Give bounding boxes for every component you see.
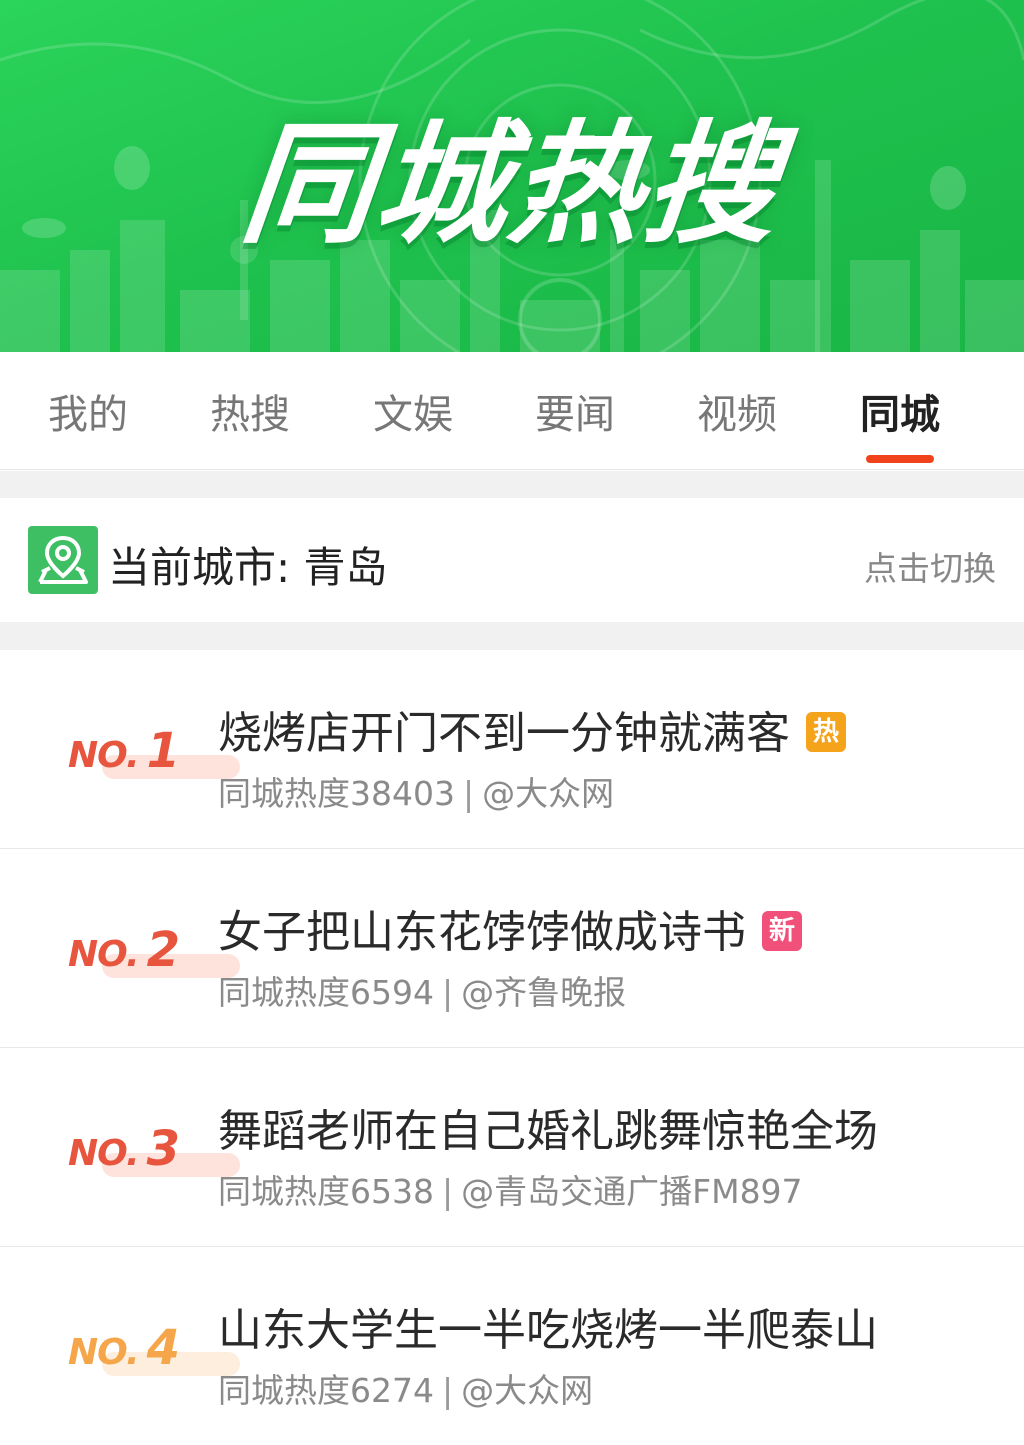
meta-separator: | (441, 1172, 454, 1211)
new-badge: 新 (762, 911, 802, 951)
list-item[interactable]: NO. 2 女子把山东花饽饽做成诗书新 同城热度6594 | @齐鲁晚报 (0, 850, 1024, 1048)
list-item[interactable]: NO. 4 山东大学生一半吃烧烤一半爬泰山 同城热度6274 | @大众网 (0, 1248, 1024, 1445)
item-title-text: 山东大学生一半吃烧烤一半爬泰山 (218, 1305, 878, 1356)
current-city-label: 当前城市: 青岛 (108, 543, 388, 592)
map-pin-icon (28, 526, 98, 594)
tab-mine[interactable]: 我的 (18, 382, 158, 440)
tab-video[interactable]: 视频 (667, 382, 807, 440)
top-banner: 同城热搜 (0, 0, 1024, 352)
divider (0, 471, 1024, 498)
rank-label: NO. 1 (68, 723, 240, 783)
rank-number: 2 (146, 922, 180, 978)
city-selector-row: 当前城市: 青岛 点击切换 (0, 498, 1024, 622)
item-title-text: 舞蹈老师在自己婚礼跳舞惊艳全场 (218, 1106, 878, 1157)
meta-separator: | (441, 1371, 454, 1410)
rank-prefix: NO. (68, 934, 140, 975)
tab-bar: 我的 热搜 文娱 要闻 视频 同城 (0, 352, 1024, 470)
heat-value: 同城热度6274 (218, 1371, 434, 1410)
item-title-text: 女子把山东花饽饽做成诗书 (218, 907, 746, 958)
switch-city-button[interactable]: 点击切换 (864, 542, 996, 590)
rank-number: 1 (146, 723, 180, 779)
divider (0, 622, 1024, 650)
rank-number: 3 (146, 1121, 180, 1177)
rank-prefix: NO. (68, 1332, 140, 1373)
list-item[interactable]: NO. 1 烧烤店开门不到一分钟就满客热 同城热度38403 | @大众网 (0, 651, 1024, 849)
tab-news[interactable]: 要闻 (505, 382, 645, 440)
rank-number: 4 (146, 1320, 180, 1376)
heat-value: 同城热度6538 (218, 1172, 434, 1211)
meta-separator: | (441, 973, 454, 1012)
rank-label: NO. 3 (68, 1121, 240, 1181)
item-title-text: 烧烤店开门不到一分钟就满客 (218, 708, 790, 759)
item-title[interactable]: 女子把山东花饽饽做成诗书新 (218, 896, 802, 960)
item-title[interactable]: 舞蹈老师在自己婚礼跳舞惊艳全场 (218, 1095, 878, 1159)
item-meta: 同城热度38403 | @大众网 (218, 767, 614, 815)
tab-local[interactable]: 同城 (830, 382, 970, 440)
source-name: @大众网 (482, 774, 615, 813)
item-title[interactable]: 山东大学生一半吃烧烤一半爬泰山 (218, 1294, 878, 1358)
banner-title: 同城热搜 (234, 108, 787, 262)
rank-label: NO. 2 (68, 922, 240, 982)
item-meta: 同城热度6538 | @青岛交通广播FM897 (218, 1165, 803, 1213)
source-name: @大众网 (461, 1371, 594, 1410)
rank-prefix: NO. (68, 1133, 140, 1174)
item-meta: 同城热度6594 | @齐鲁晚报 (218, 966, 626, 1014)
source-name: @齐鲁晚报 (461, 973, 627, 1012)
hot-badge: 热 (806, 712, 846, 752)
tab-entertainment[interactable]: 文娱 (343, 382, 483, 440)
active-tab-indicator (866, 455, 934, 463)
tab-hot-search[interactable]: 热搜 (180, 382, 320, 440)
rank-prefix: NO. (68, 735, 140, 776)
rank-label: NO. 4 (68, 1320, 240, 1380)
meta-separator: | (462, 774, 475, 813)
list-item[interactable]: NO. 3 舞蹈老师在自己婚礼跳舞惊艳全场 同城热度6538 | @青岛交通广播FM8… (0, 1049, 1024, 1247)
heat-value: 同城热度38403 (218, 774, 455, 813)
item-meta: 同城热度6274 | @大众网 (218, 1364, 593, 1412)
item-title[interactable]: 烧烤店开门不到一分钟就满客热 (218, 697, 846, 761)
source-name: @青岛交通广播FM897 (461, 1172, 803, 1211)
heat-value: 同城热度6594 (218, 973, 434, 1012)
